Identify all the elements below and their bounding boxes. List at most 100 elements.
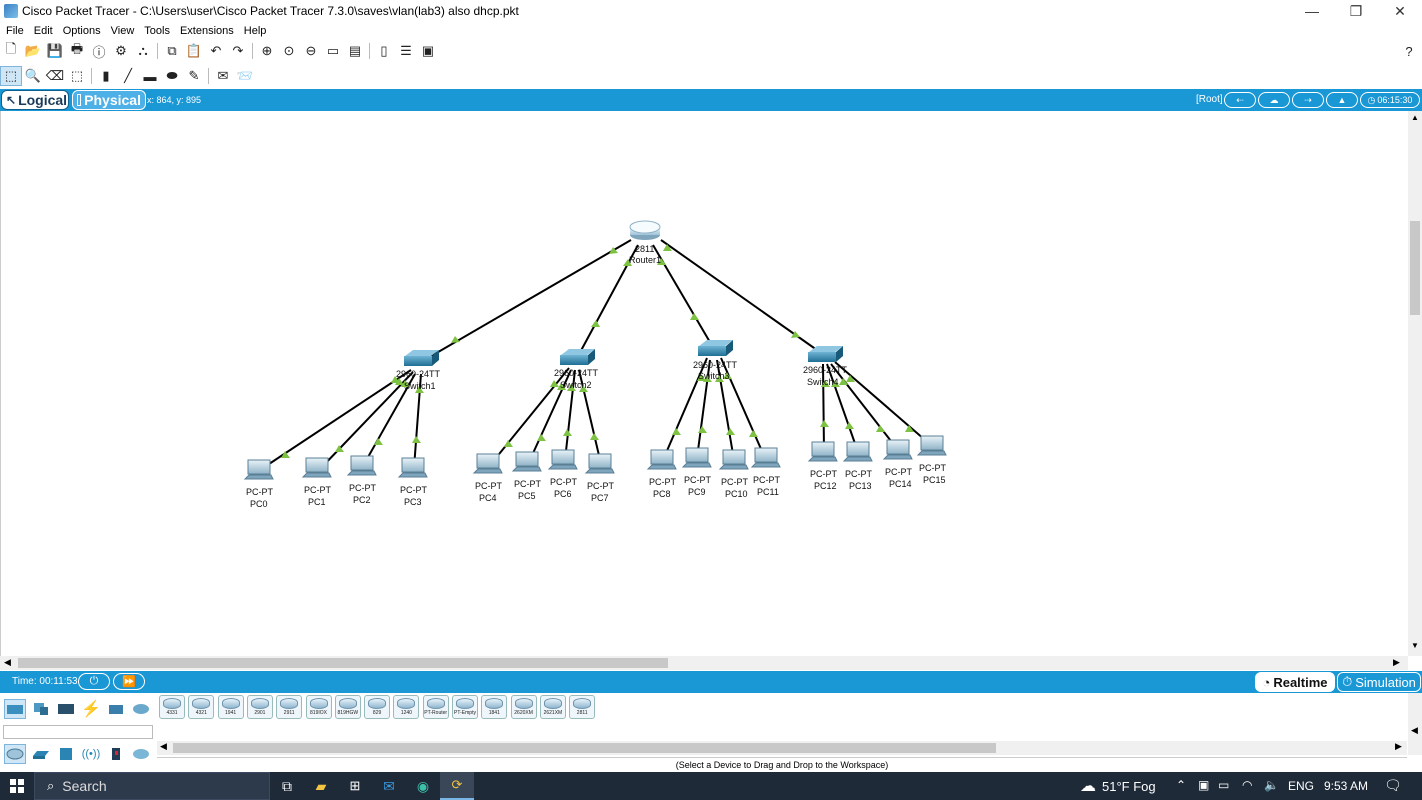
pc-2[interactable]: PC-PT PC2 bbox=[346, 455, 377, 505]
print-icon[interactable]: 🖶 bbox=[66, 41, 88, 61]
switch3[interactable]: 2960-24TT Switch3 bbox=[693, 340, 738, 381]
info-icon[interactable]: ⓘ bbox=[88, 41, 110, 61]
switch2[interactable]: 2960-24TT Switch2 bbox=[554, 349, 599, 390]
scroll-down-icon[interactable]: ▼ bbox=[1411, 641, 1419, 650]
switch4[interactable]: 2960-24TT Switch4 bbox=[803, 346, 848, 387]
components-icon[interactable] bbox=[55, 699, 77, 719]
windows-start-icon[interactable] bbox=[0, 772, 34, 800]
realtime-mode-button[interactable]: ◔ Realtime bbox=[1255, 672, 1335, 692]
close-button[interactable]: ✕ bbox=[1378, 0, 1422, 22]
device-search-box[interactable] bbox=[3, 725, 153, 739]
power-cycle-button[interactable]: ⏻ bbox=[78, 673, 110, 690]
scroll-left-icon[interactable]: ◀ bbox=[160, 741, 167, 752]
miscellaneous-icon[interactable] bbox=[105, 699, 127, 719]
set-tiled-background-icon[interactable]: ▲ bbox=[1326, 92, 1358, 108]
task-view-icon[interactable]: ⧉ bbox=[270, 778, 304, 795]
device-tile[interactable]: 1941 bbox=[217, 695, 244, 719]
device-tile[interactable]: 4331 bbox=[159, 695, 185, 719]
pc-6[interactable]: PC-PT PC6 bbox=[547, 449, 578, 499]
pc-11[interactable]: PC-PT PC11 bbox=[750, 447, 781, 497]
device-panel-right-scrollbar[interactable]: ◀ bbox=[1408, 693, 1422, 755]
multiuser-icon[interactable] bbox=[130, 699, 152, 719]
packet-tracer-taskbar-icon[interactable]: ⟳ bbox=[440, 772, 474, 800]
scroll-left-icon[interactable]: ◀ bbox=[4, 657, 11, 668]
tab-logical[interactable]: ↖ Logical bbox=[1, 90, 69, 110]
wifi-icon[interactable]: ◠ bbox=[1242, 778, 1252, 792]
device-tile[interactable]: PT-Empty bbox=[452, 695, 478, 719]
undo-icon[interactable]: ↶ bbox=[205, 41, 227, 61]
pc-0[interactable]: PC-PT PC0 bbox=[243, 459, 274, 509]
link-router-switch4[interactable] bbox=[660, 239, 825, 356]
file-explorer-icon[interactable]: ▰ bbox=[304, 778, 338, 795]
menu-extensions[interactable]: Extensions bbox=[180, 25, 234, 37]
custom-device-icon[interactable]: ▤ bbox=[344, 41, 366, 61]
freeform-icon[interactable]: ✎ bbox=[183, 66, 205, 86]
menu-tools[interactable]: Tools bbox=[144, 25, 170, 37]
router1[interactable]: 2811 Router1 bbox=[629, 220, 661, 265]
device-tile[interactable]: 819HGW bbox=[334, 695, 361, 719]
move-object-icon[interactable]: ⇢ bbox=[1292, 92, 1324, 108]
logical-workspace[interactable]: 2811 Router1 2960-24TT Switch1 2960-24TT… bbox=[0, 111, 1408, 656]
pc-10[interactable]: PC-PT PC10 bbox=[718, 449, 749, 499]
device-tile[interactable]: 2901 bbox=[246, 695, 273, 719]
security-icon[interactable] bbox=[105, 744, 127, 764]
zoom-in-icon[interactable]: ⊕ bbox=[256, 41, 278, 61]
scroll-up-icon[interactable]: ▲ bbox=[1411, 113, 1419, 122]
zoom-out-icon[interactable]: ⊖ bbox=[300, 41, 322, 61]
wan-emulation-icon[interactable] bbox=[130, 744, 152, 764]
draw-line-icon[interactable]: ╱ bbox=[117, 66, 139, 86]
pc-5[interactable]: PC-PT PC5 bbox=[511, 451, 542, 501]
language-indicator[interactable]: ENG bbox=[1288, 779, 1314, 793]
pc-12[interactable]: PC-PT PC12 bbox=[807, 441, 838, 491]
scroll-left-icon[interactable]: ◀ bbox=[1411, 725, 1418, 736]
routers-icon[interactable] bbox=[4, 744, 26, 764]
pc-1[interactable]: PC-PT PC1 bbox=[301, 457, 332, 507]
volume-icon[interactable]: 🔈 bbox=[1264, 778, 1279, 792]
activity-wizard-icon[interactable]: ⛬ bbox=[132, 41, 154, 61]
end-devices-icon[interactable] bbox=[30, 699, 52, 719]
device-tile[interactable]: 829 bbox=[364, 695, 391, 719]
mail-icon[interactable]: ✉ bbox=[372, 778, 406, 795]
zoom-reset-icon[interactable]: ⊙ bbox=[278, 41, 300, 61]
pc-3[interactable]: PC-PT PC3 bbox=[397, 457, 428, 507]
select-icon[interactable]: ⬚ bbox=[0, 66, 22, 86]
menu-help[interactable]: Help bbox=[244, 25, 267, 37]
device-tile[interactable]: 2621XM bbox=[539, 695, 566, 719]
pc-9[interactable]: PC-PT PC9 bbox=[681, 447, 712, 497]
battery-icon[interactable]: ▭ bbox=[1218, 778, 1229, 792]
microsoft-store-icon[interactable]: ⊞ bbox=[338, 778, 372, 794]
hubs-icon[interactable] bbox=[55, 744, 77, 764]
device-tile[interactable]: 2620XM bbox=[510, 695, 537, 719]
scroll-right-icon[interactable]: ▶ bbox=[1393, 657, 1400, 668]
workspace-horizontal-scrollbar[interactable]: ◀ ▶ bbox=[0, 656, 1408, 670]
menu-edit[interactable]: Edit bbox=[34, 25, 53, 37]
save-icon[interactable]: 💾 bbox=[44, 41, 66, 61]
taskbar-search-box[interactable]: ⌕ Search bbox=[34, 772, 270, 800]
inspect-icon[interactable]: 🔍 bbox=[22, 66, 44, 86]
pc-7[interactable]: PC-PT PC7 bbox=[584, 453, 615, 503]
notifications-icon[interactable]: 🗨 bbox=[1384, 777, 1402, 794]
link-router-switch1[interactable] bbox=[420, 239, 632, 363]
place-note-icon[interactable]: ▮ bbox=[95, 66, 117, 86]
back-icon[interactable]: ⇠ bbox=[1224, 92, 1256, 108]
show-hidden-icons-icon[interactable]: ⌃ bbox=[1176, 778, 1186, 792]
device-scroll-thumb[interactable] bbox=[173, 743, 996, 753]
pc-14[interactable]: PC-PT PC14 bbox=[882, 439, 913, 489]
switches-icon[interactable] bbox=[30, 744, 52, 764]
cluster-icon[interactable]: ☰ bbox=[395, 41, 417, 61]
network-wizard-icon[interactable]: ⚙ bbox=[110, 41, 132, 61]
connections-icon[interactable]: ⚡ bbox=[80, 699, 102, 719]
fast-forward-button[interactable]: ⏩ bbox=[113, 673, 145, 690]
taskbar-clock[interactable]: 9:53 AM bbox=[1324, 779, 1368, 793]
add-simple-pdu-icon[interactable]: ✉ bbox=[212, 66, 234, 86]
device-tile[interactable]: 4321 bbox=[188, 695, 215, 719]
device-tile[interactable]: 1240 bbox=[393, 695, 420, 719]
draw-rectangle-icon[interactable]: ▬ bbox=[139, 66, 161, 86]
pdu-icon[interactable]: ▣ bbox=[417, 41, 439, 61]
menu-view[interactable]: View bbox=[111, 25, 135, 37]
viewport-icon[interactable]: ▯ bbox=[373, 41, 395, 61]
device-tile[interactable]: 1841 bbox=[481, 695, 508, 719]
pc-4[interactable]: PC-PT PC4 bbox=[472, 453, 503, 503]
device-tile[interactable]: 819IOX bbox=[305, 695, 332, 719]
new-cluster-icon[interactable]: ☁ bbox=[1258, 92, 1290, 108]
